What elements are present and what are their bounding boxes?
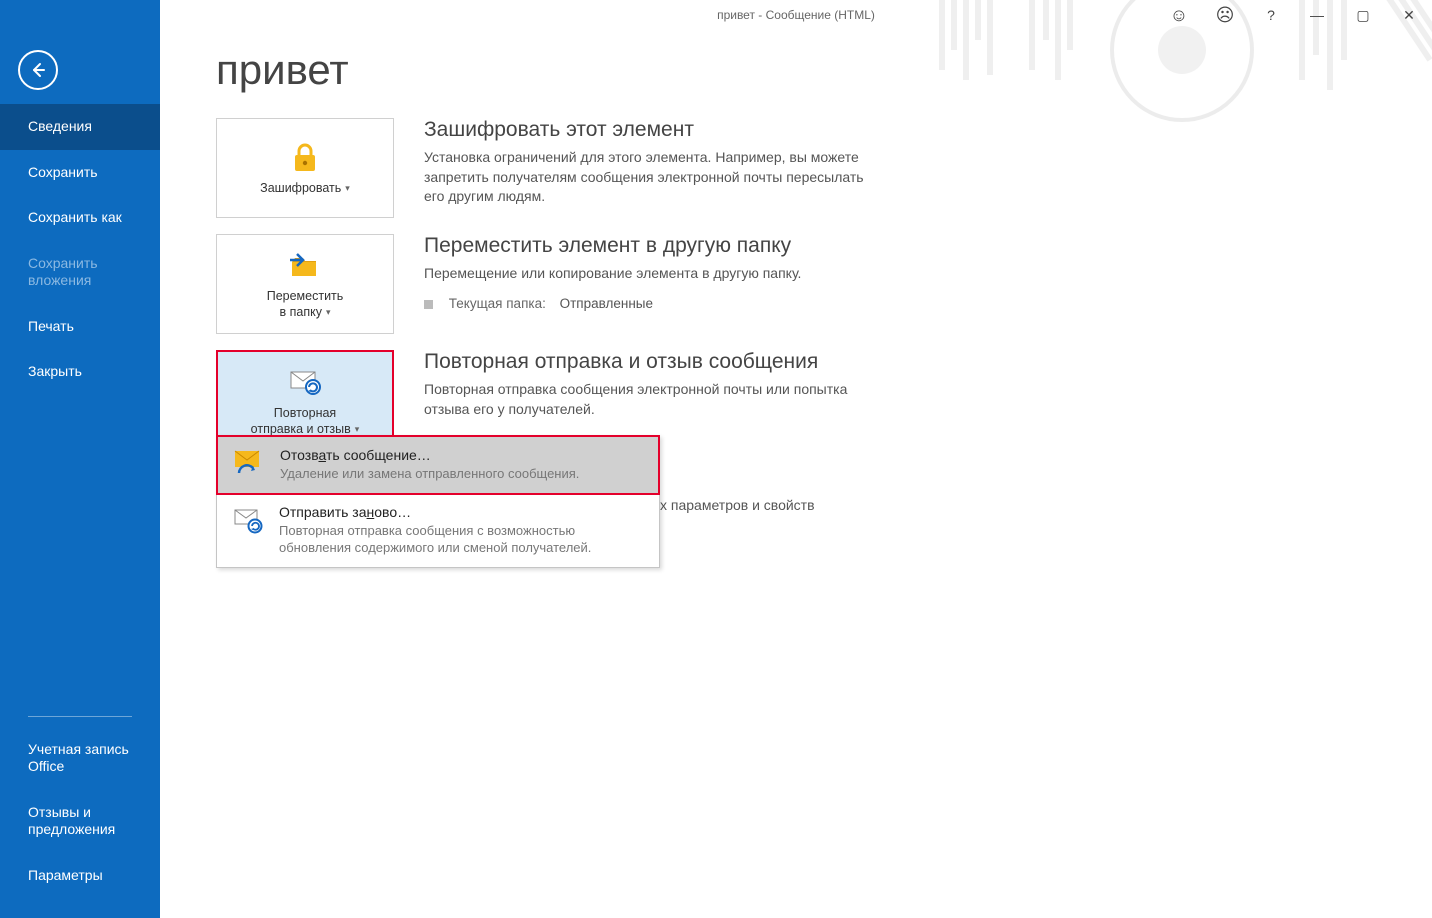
sidebar-item-info[interactable]: Сведения bbox=[0, 104, 160, 150]
encrypt-button-label: Зашифровать bbox=[260, 181, 341, 195]
sidebar-item-account[interactable]: Учетная запись Office bbox=[0, 727, 160, 790]
dropdown-item-recall[interactable]: Отозвать сообщение… Удаление или замена … bbox=[216, 435, 660, 495]
sidebar-item-print[interactable]: Печать bbox=[0, 304, 160, 350]
resend-button-label-2: отправка и отзыв bbox=[251, 422, 351, 436]
encrypt-button[interactable]: Зашифровать ▾ bbox=[216, 118, 394, 218]
current-folder-label: Текущая папка: bbox=[449, 296, 546, 311]
chevron-down-icon: ▾ bbox=[345, 183, 350, 195]
resend-recall-dropdown: Отозвать сообщение… Удаление или замена … bbox=[216, 435, 660, 568]
sidebar-item-label: Отзывы и предложения bbox=[28, 804, 115, 838]
sidebar-item-save-as[interactable]: Сохранить как bbox=[0, 195, 160, 241]
move-to-folder-button[interactable]: Переместить в папку ▾ bbox=[216, 234, 394, 334]
sidebar-item-feedback[interactable]: Отзывы и предложения bbox=[0, 790, 160, 853]
arrow-left-icon bbox=[29, 61, 47, 79]
resend-title: Повторная отправка и отзыв сообщения bbox=[424, 350, 884, 374]
sidebar-item-label: Параметры bbox=[28, 867, 103, 883]
encrypt-title: Зашифровать этот элемент bbox=[424, 118, 884, 142]
window-controls: ☺ ☹ ? — ▢ ✕ bbox=[1156, 0, 1432, 30]
dropdown-item-title: Отозвать сообщение… bbox=[280, 447, 644, 463]
dropdown-item-title: Отправить заново… bbox=[279, 504, 645, 520]
close-button[interactable]: ✕ bbox=[1386, 0, 1432, 30]
dropdown-item-resend[interactable]: Отправить заново… Повторная отправка соо… bbox=[217, 494, 659, 567]
chevron-down-icon: ▾ bbox=[326, 307, 331, 319]
lock-icon bbox=[292, 140, 318, 176]
back-button[interactable] bbox=[18, 50, 58, 90]
section-encrypt: Зашифровать ▾ Зашифровать этот элемент Ус… bbox=[216, 118, 1376, 218]
current-folder-value: Отправленные bbox=[560, 296, 653, 311]
minimize-button[interactable]: — bbox=[1294, 0, 1340, 30]
sidebar-item-label: Печать bbox=[28, 318, 74, 334]
sidebar-item-label: Сохранить как bbox=[28, 209, 122, 225]
maximize-button[interactable]: ▢ bbox=[1340, 0, 1386, 30]
sidebar-item-close[interactable]: Закрыть bbox=[0, 349, 160, 395]
resend-message-icon bbox=[231, 504, 265, 538]
move-button-label-1: Переместить bbox=[267, 289, 344, 303]
chevron-down-icon: ▾ bbox=[355, 424, 360, 436]
sidebar-item-label: Сохранить bbox=[28, 164, 98, 180]
backstage-sidebar: Сведения Сохранить Сохранить как Сохрани… bbox=[0, 0, 160, 918]
resend-recall-icon bbox=[287, 365, 323, 401]
sidebar-item-label: Закрыть bbox=[28, 363, 82, 379]
help-button[interactable]: ? bbox=[1248, 0, 1294, 30]
dropdown-item-desc: Удаление или замена отправленного сообще… bbox=[280, 465, 644, 483]
recall-message-icon bbox=[232, 447, 266, 481]
current-folder-row: Текущая папка: Отправленные bbox=[424, 296, 884, 311]
sidebar-item-save-attachments: Сохранить вложения bbox=[0, 241, 160, 304]
feedback-smile-icon[interactable]: ☺ bbox=[1156, 0, 1202, 30]
move-desc: Перемещение или копирование элемента в д… bbox=[424, 264, 884, 284]
move-button-label-2: в папку bbox=[280, 305, 322, 319]
resend-desc: Повторная отправка сообщения электронной… bbox=[424, 380, 884, 419]
sidebar-separator bbox=[28, 716, 132, 717]
bullet-icon bbox=[424, 300, 433, 309]
sidebar-item-options[interactable]: Параметры bbox=[0, 853, 160, 899]
sidebar-item-label: Сведения bbox=[28, 118, 92, 134]
move-title: Переместить элемент в другую папку bbox=[424, 234, 884, 258]
dropdown-item-desc: Повторная отправка сообщения с возможнос… bbox=[279, 522, 645, 557]
encrypt-desc: Установка ограничений для этого элемента… bbox=[424, 148, 884, 207]
folder-arrow-icon bbox=[288, 248, 322, 284]
page-title: привет bbox=[216, 46, 1376, 94]
section-move: Переместить в папку ▾ Переместить элемент … bbox=[216, 234, 1376, 334]
feedback-frown-icon[interactable]: ☹ bbox=[1202, 0, 1248, 30]
window-title: привет - Сообщение (HTML) bbox=[717, 8, 875, 22]
sidebar-item-label: Сохранить вложения bbox=[28, 255, 98, 289]
resend-button-label-1: Повторная bbox=[274, 406, 336, 420]
sidebar-item-label: Учетная запись Office bbox=[28, 741, 129, 775]
sidebar-item-save[interactable]: Сохранить bbox=[0, 150, 160, 196]
properties-desc-tail: х параметров и свойств bbox=[660, 497, 815, 513]
